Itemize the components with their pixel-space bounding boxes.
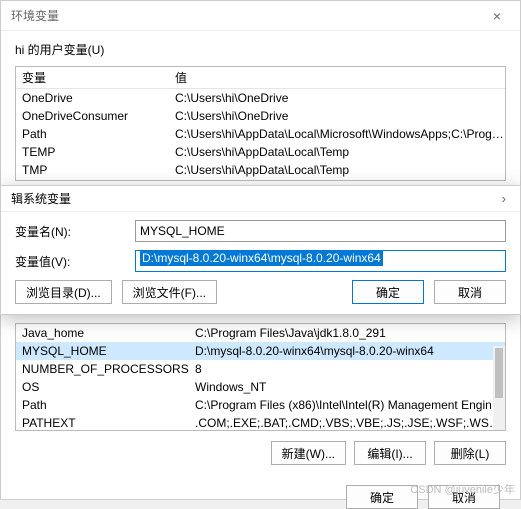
var-value-row: 变量值(V): D:\mysql-8.0.20-winx64\mysql-8.0… [1, 242, 520, 272]
edit-dialog-title: 辑系统变量 [11, 186, 71, 212]
table-row[interactable]: Java_home C:\Program Files\Java\jdk1.8.0… [16, 324, 505, 342]
cell-name: NUMBER_OF_PROCESSORS [16, 360, 191, 378]
cell-value: C:\Users\hi\AppData\Local\Microsoft\Wind… [171, 125, 505, 143]
table-row[interactable]: PATHEXT .COM;.EXE;.BAT;.CMD;.VBS;.VBE;.J… [16, 414, 505, 431]
cell-value: D:\mysql-8.0.20-winx64\mysql-8.0.20-winx… [191, 342, 505, 360]
system-vars-table[interactable]: Java_home C:\Program Files\Java\jdk1.8.0… [15, 323, 506, 431]
cell-value: C:\Users\hi\AppData\Local\Temp [171, 143, 505, 161]
edit-ok-button[interactable]: 确定 [352, 280, 424, 304]
scrollbar[interactable] [493, 346, 505, 430]
cell-name: Java_home [16, 324, 191, 342]
new-button[interactable]: 新建(W)... [271, 441, 346, 465]
col-header-name[interactable]: 变量 [16, 67, 171, 88]
table-header: 变量 值 [16, 67, 505, 89]
titlebar[interactable]: 环境变量 × [1, 1, 520, 31]
cell-value: C:\Users\hi\OneDrive [171, 89, 505, 107]
edit-cancel-button[interactable]: 取消 [434, 280, 506, 304]
cell-name: MYSQL_HOME [16, 342, 191, 360]
table-row[interactable]: MYSQL_HOME D:\mysql-8.0.20-winx64\mysql-… [16, 342, 505, 360]
user-vars-label: hi 的用户变量(U) [1, 31, 520, 62]
cell-value: C:\Users\hi\AppData\Local\Temp [171, 161, 505, 179]
cell-name: TMP [16, 161, 171, 179]
cell-value: C:\Program Files\Java\jdk1.8.0_291 [191, 324, 505, 342]
cell-name: PATHEXT [16, 414, 191, 431]
table-row[interactable]: NUMBER_OF_PROCESSORS 8 [16, 360, 505, 378]
table-row[interactable]: OneDrive C:\Users\hi\OneDrive [16, 89, 505, 107]
var-name-label: 变量名(N): [15, 223, 135, 240]
close-icon[interactable]: × [482, 8, 512, 24]
var-name-input[interactable] [135, 220, 506, 242]
cell-value: 8 [191, 360, 505, 378]
var-value-input[interactable]: D:\mysql-8.0.20-winx64\mysql-8.0.20-winx… [135, 250, 506, 272]
cell-name: TEMP [16, 143, 171, 161]
var-name-row: 变量名(N): [1, 212, 520, 242]
cell-name: OneDrive [16, 89, 171, 107]
selected-text: D:\mysql-8.0.20-winx64\mysql-8.0.20-winx… [140, 250, 383, 266]
sys-vars-buttons: 新建(W)... 编辑(I)... 删除(L) [1, 435, 520, 475]
cell-name: Path [16, 396, 191, 414]
cell-name: OS [16, 378, 191, 396]
edit-variable-dialog: 辑系统变量 › 变量名(N): 变量值(V): D:\mysql-8.0.20-… [0, 185, 521, 315]
user-vars-table[interactable]: 变量 值 OneDrive C:\Users\hi\OneDrive OneDr… [15, 66, 506, 181]
cell-name: Path [16, 125, 171, 143]
table-row[interactable]: Path C:\Program Files (x86)\Intel\Intel(… [16, 396, 505, 414]
var-value-label: 变量值(V): [15, 253, 135, 270]
cell-value: Windows_NT [191, 378, 505, 396]
table-row[interactable]: TMP C:\Users\hi\AppData\Local\Temp [16, 161, 505, 179]
ok-button[interactable]: 确定 [346, 485, 418, 509]
edit-button[interactable]: 编辑(I)... [354, 441, 426, 465]
table-row[interactable]: Path C:\Users\hi\AppData\Local\Microsoft… [16, 125, 505, 143]
cell-value: C:\Users\hi\OneDrive [171, 107, 505, 125]
delete-button[interactable]: 删除(L) [434, 441, 506, 465]
scrollbar-thumb[interactable] [495, 348, 503, 398]
browse-file-button[interactable]: 浏览文件(F)... [122, 280, 217, 304]
table-row[interactable]: OS Windows_NT [16, 378, 505, 396]
edit-titlebar[interactable]: 辑系统变量 › [1, 186, 520, 212]
dialog-title: 环境变量 [11, 7, 59, 24]
table-row[interactable]: TEMP C:\Users\hi\AppData\Local\Temp [16, 143, 505, 161]
chevron-right-icon[interactable]: › [502, 186, 510, 212]
edit-buttons: 浏览目录(D)... 浏览文件(F)... 确定 取消 [1, 272, 520, 304]
col-header-value[interactable]: 值 [171, 67, 505, 88]
table-row[interactable]: OneDriveConsumer C:\Users\hi\OneDrive [16, 107, 505, 125]
cell-value: C:\Program Files (x86)\Intel\Intel(R) Ma… [191, 396, 505, 414]
cell-value: .COM;.EXE;.BAT;.CMD;.VBS;.VBE;.JS;.JSE;.… [191, 414, 505, 431]
browse-dir-button[interactable]: 浏览目录(D)... [15, 280, 112, 304]
watermark: CSDN @juvenile少年 [410, 481, 515, 497]
cell-name: OneDriveConsumer [16, 107, 171, 125]
